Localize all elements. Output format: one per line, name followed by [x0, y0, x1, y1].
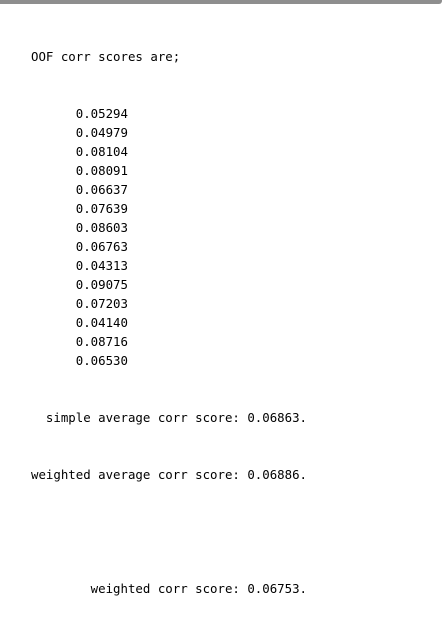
cell-scrollbar-edge [0, 0, 442, 4]
score-value: 0.04140 [31, 315, 128, 330]
weighted-average-line: weighted average corr score: 0.06886. [31, 467, 308, 482]
score-value: 0.08603 [31, 220, 128, 235]
score-value: 0.07203 [31, 296, 128, 311]
cell-output: OOF corr scores are; 0.05294 0.04979 0.0… [31, 9, 307, 617]
score-list: 0.05294 0.04979 0.08104 0.08091 0.06637 … [31, 104, 307, 370]
score-value: 0.05294 [31, 106, 128, 121]
score-value: 0.08104 [31, 144, 128, 159]
output-header: OOF corr scores are; [31, 49, 181, 64]
simple-average-line: simple average corr score: 0.06863. [31, 410, 308, 425]
score-value: 0.09075 [31, 277, 128, 292]
score-value: 0.04313 [31, 258, 128, 273]
score-value: 0.06530 [31, 353, 128, 368]
score-value: 0.06637 [31, 182, 128, 197]
score-value: 0.04979 [31, 125, 128, 140]
score-value: 0.08091 [31, 163, 128, 178]
score-value: 0.07639 [31, 201, 128, 216]
score-value: 0.06763 [31, 239, 128, 254]
weighted-score-line: weighted corr score: 0.06753. [31, 581, 308, 596]
score-value: 0.08716 [31, 334, 128, 349]
